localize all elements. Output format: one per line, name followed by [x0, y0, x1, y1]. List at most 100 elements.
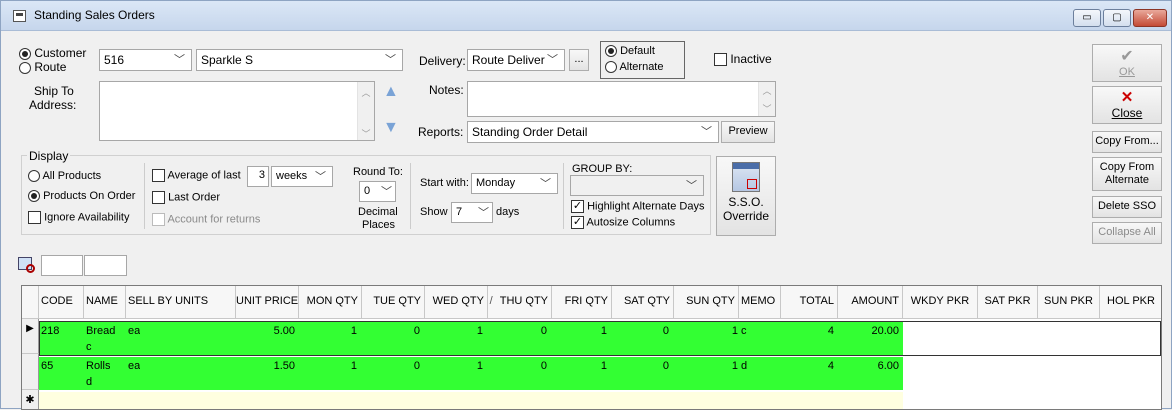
- alternate-radio[interactable]: Alternate: [605, 61, 663, 74]
- average-unit-combo[interactable]: weeks ﹀: [271, 166, 333, 187]
- col-header-code[interactable]: CODE: [39, 286, 84, 319]
- all-products-radio[interactable]: All Products: [28, 170, 101, 183]
- cell-total[interactable]: 4: [781, 322, 834, 356]
- row-selector-current[interactable]: ▶: [22, 319, 39, 354]
- customer-name-combo[interactable]: Sparkle S ﹀: [196, 49, 403, 71]
- maximize-button[interactable]: ▢: [1103, 9, 1131, 27]
- standing-sales-orders-window: Standing Sales Orders ▭ ▢ ✕ Customer Rou…: [0, 0, 1172, 410]
- cell-total[interactable]: 4: [781, 357, 834, 391]
- cell-code[interactable]: 218: [41, 322, 59, 356]
- ship-to-address-field[interactable]: ︿ ﹀: [99, 81, 375, 141]
- close-window-button[interactable]: ✕: [1133, 9, 1167, 27]
- customer-radio[interactable]: Customer: [19, 46, 86, 60]
- preview-button[interactable]: Preview: [721, 121, 775, 143]
- new-row-selector[interactable]: ✱: [22, 390, 39, 409]
- address-scrollbar[interactable]: ︿ ﹀: [357, 82, 374, 140]
- ignore-availability-checkbox[interactable]: Ignore Availability: [28, 211, 129, 224]
- col-header-sun-qty[interactable]: SUN QTY: [674, 286, 739, 319]
- group-by-combo[interactable]: ﹀: [570, 175, 704, 196]
- cell-sun-qty[interactable]: 1: [674, 357, 738, 391]
- cell-unit-price[interactable]: 1.50: [236, 357, 295, 391]
- cell-mon-qty[interactable]: 1: [299, 357, 357, 391]
- start-with-combo[interactable]: Monday ﹀: [471, 173, 558, 194]
- cell-mon-qty[interactable]: 1: [299, 322, 357, 356]
- copy-from-button[interactable]: Copy From...: [1092, 131, 1162, 153]
- customer-id-combo[interactable]: 516 ﹀: [99, 49, 192, 71]
- col-header-name[interactable]: NAME: [84, 286, 126, 319]
- chevron-down-icon: ﹀: [385, 54, 396, 66]
- close-button[interactable]: ✕ Close: [1092, 86, 1162, 124]
- customer-id-value: 516: [104, 53, 125, 67]
- cell-unit-price[interactable]: 5.00: [236, 322, 295, 356]
- cell-code[interactable]: 65: [41, 357, 53, 391]
- show-days-combo[interactable]: 7 ﹀: [451, 202, 493, 223]
- col-header-tue-qty[interactable]: TUE QTY: [362, 286, 425, 319]
- cell-sun-qty[interactable]: 1: [674, 322, 738, 356]
- cell-wed-qty[interactable]: 1: [425, 357, 483, 391]
- delivery-options-button[interactable]: ...: [569, 49, 589, 71]
- products-on-order-radio[interactable]: Products On Order: [28, 190, 135, 203]
- autosize-columns-label: Autosize Columns: [586, 216, 676, 229]
- account-returns-checkbox[interactable]: Account for returns: [152, 213, 260, 226]
- col-header-thu-qty[interactable]: / THU QTY: [488, 286, 552, 319]
- notes-field[interactable]: ︿ ﹀: [467, 81, 776, 117]
- col-header-sat-pkr[interactable]: SAT PKR: [978, 286, 1038, 319]
- thu-qty-header-text: THU QTY: [499, 295, 548, 307]
- col-header-wed-qty[interactable]: WED QTY: [425, 286, 488, 319]
- col-header-total[interactable]: TOTAL: [781, 286, 838, 319]
- cell-amount[interactable]: 6.00: [838, 357, 899, 391]
- cell-memo[interactable]: d: [741, 357, 747, 391]
- default-radio[interactable]: Default: [605, 45, 655, 58]
- autosize-columns-checkbox[interactable]: ✓ Autosize Columns: [571, 216, 675, 229]
- reports-combo[interactable]: Standing Order Detail ﹀: [467, 121, 719, 143]
- col-header-unit-price[interactable]: UNIT PRICE: [236, 286, 299, 319]
- average-checkbox[interactable]: Average of last: [152, 169, 241, 182]
- col-header-mon-qty[interactable]: MON QTY: [299, 286, 362, 319]
- inactive-checkbox[interactable]: Inactive: [714, 52, 772, 67]
- cell-wed-qty[interactable]: 1: [425, 322, 483, 356]
- route-radio[interactable]: Route: [19, 60, 66, 74]
- minimize-button[interactable]: ▭: [1073, 9, 1101, 27]
- col-header-sun-pkr[interactable]: SUN PKR: [1038, 286, 1100, 319]
- cell-thu-qty[interactable]: 0: [488, 322, 547, 356]
- cell-amount[interactable]: 20.00: [838, 322, 899, 356]
- cell-units[interactable]: ea: [128, 322, 140, 356]
- ok-button[interactable]: ✔ OK: [1092, 44, 1162, 82]
- col-header-hol-pkr[interactable]: HOL PKR: [1100, 286, 1161, 319]
- chevron-down-icon: ﹀: [174, 54, 185, 66]
- cell-thu-qty[interactable]: 0: [488, 357, 547, 391]
- copy-alt-label-2: Alternate: [1104, 174, 1150, 186]
- sso-override-button[interactable]: S.S.O. Override: [716, 156, 776, 236]
- move-up-icon[interactable]: ▲: [383, 83, 403, 101]
- col-header-memo[interactable]: MEMO: [739, 286, 781, 319]
- delete-sso-button[interactable]: Delete SSO: [1092, 196, 1162, 218]
- move-down-icon[interactable]: ▼: [383, 119, 403, 137]
- cell-sat-qty[interactable]: 0: [612, 322, 669, 356]
- new-row[interactable]: [39, 392, 903, 409]
- filter-input-1[interactable]: [41, 255, 83, 276]
- round-to-combo[interactable]: 0 ﹀: [359, 181, 396, 202]
- cell-sat-qty[interactable]: 0: [612, 357, 669, 391]
- collapse-all-button[interactable]: Collapse All: [1092, 222, 1162, 244]
- col-header-fri-qty[interactable]: FRI QTY: [552, 286, 612, 319]
- delivery-combo[interactable]: Route Deliver ﹀: [467, 49, 565, 71]
- highlight-alternate-days-checkbox[interactable]: ✓ Highlight Alternate Days: [571, 200, 704, 213]
- cell-tue-qty[interactable]: 0: [362, 322, 420, 356]
- cell-units[interactable]: ea: [128, 357, 140, 391]
- divider: [563, 163, 564, 229]
- filter-input-2[interactable]: [84, 255, 127, 276]
- cell-fri-qty[interactable]: 1: [552, 357, 607, 391]
- average-weeks-input[interactable]: 3: [247, 166, 269, 187]
- search-filter-icon[interactable]: [18, 255, 39, 276]
- col-header-sat-qty[interactable]: SAT QTY: [612, 286, 674, 319]
- notes-scrollbar[interactable]: ︿ ﹀: [758, 82, 775, 116]
- cell-memo[interactable]: c: [741, 322, 747, 356]
- col-header-wkdy-pkr[interactable]: WKDY PKR: [903, 286, 978, 319]
- col-header-sell-by-units[interactable]: SELL BY UNITS: [126, 286, 236, 319]
- cell-fri-qty[interactable]: 1: [552, 322, 607, 356]
- copy-from-alternate-button[interactable]: Copy From Alternate: [1092, 157, 1162, 191]
- last-order-checkbox[interactable]: Last Order: [152, 191, 220, 204]
- row-selector[interactable]: [22, 354, 39, 390]
- cell-tue-qty[interactable]: 0: [362, 357, 420, 391]
- col-header-amount[interactable]: AMOUNT: [838, 286, 903, 319]
